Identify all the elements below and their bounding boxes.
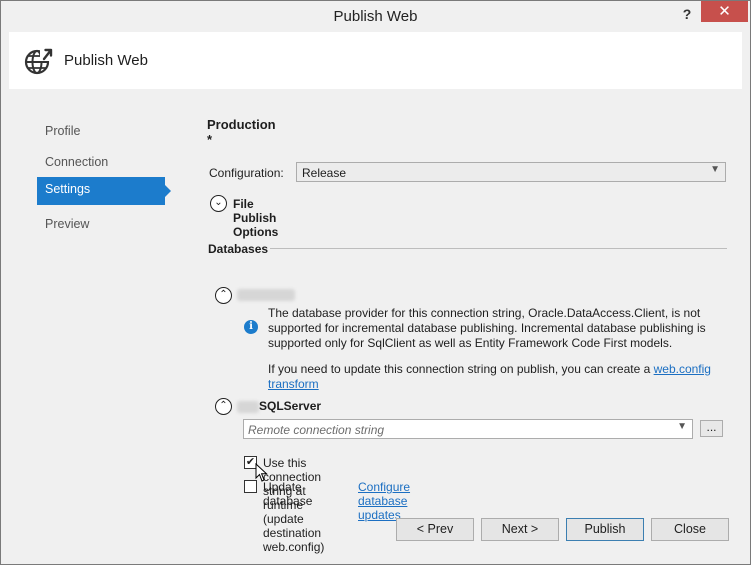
update-hint: If you need to update this connection st…: [268, 362, 728, 392]
dialog-header: Publish Web: [9, 32, 742, 89]
remote-connection-string-combobox[interactable]: Remote connection string ▼: [243, 419, 693, 439]
chevron-down-icon: ▼: [677, 421, 687, 432]
publish-web-dialog: Publish Web ? ✕ Publish Web Profile Conn…: [0, 0, 751, 565]
chevron-down-icon: ▼: [710, 164, 720, 175]
configuration-select[interactable]: Release ▼: [296, 162, 726, 182]
connection2-name: SQLServer: [259, 399, 322, 413]
connection1-name-redacted: [237, 289, 295, 301]
remote-connection-placeholder: Remote connection string: [248, 423, 385, 437]
configure-database-updates-link[interactable]: Configure database updates: [358, 480, 410, 522]
globe-publish-icon: [24, 47, 54, 75]
configuration-label: Configuration:: [209, 166, 284, 180]
close-button[interactable]: Close: [651, 518, 729, 541]
connection2-name-redacted: [237, 401, 259, 413]
help-button[interactable]: ?: [677, 5, 697, 23]
connection2-collapse-icon[interactable]: ⌃: [215, 398, 232, 415]
update-database-label[interactable]: Update database: [263, 480, 312, 508]
title-bar: Publish Web ? ✕: [1, 1, 750, 32]
profile-name-heading: Production *: [207, 117, 276, 147]
provider-info-text: The database provider for this connectio…: [268, 306, 706, 350]
sidebar-item-settings[interactable]: Settings: [37, 177, 171, 205]
browse-connection-button[interactable]: ...: [700, 420, 723, 437]
databases-section-label: Databases: [208, 242, 269, 256]
connection1-collapse-icon[interactable]: ⌃: [215, 287, 232, 304]
sidebar-item-profile[interactable]: Profile: [37, 119, 165, 147]
prev-button[interactable]: < Prev: [396, 518, 474, 541]
update-database-checkbox[interactable]: [244, 480, 257, 493]
update-hint-text: If you need to update this connection st…: [268, 362, 651, 376]
file-publish-options-expand-icon[interactable]: ⌄: [210, 195, 227, 212]
publish-button[interactable]: Publish: [566, 518, 644, 541]
next-button[interactable]: Next >: [481, 518, 559, 541]
window-close-button[interactable]: ✕: [701, 1, 748, 22]
info-icon: i: [244, 320, 258, 334]
databases-divider: [270, 248, 727, 249]
sidebar-item-preview[interactable]: Preview: [37, 212, 165, 240]
sidebar-item-connection[interactable]: Connection: [37, 150, 165, 178]
configuration-value: Release: [302, 166, 347, 180]
file-publish-options-label[interactable]: File Publish Options: [233, 197, 278, 239]
header-title: Publish Web: [64, 52, 148, 69]
window-title: Publish Web: [333, 8, 418, 25]
